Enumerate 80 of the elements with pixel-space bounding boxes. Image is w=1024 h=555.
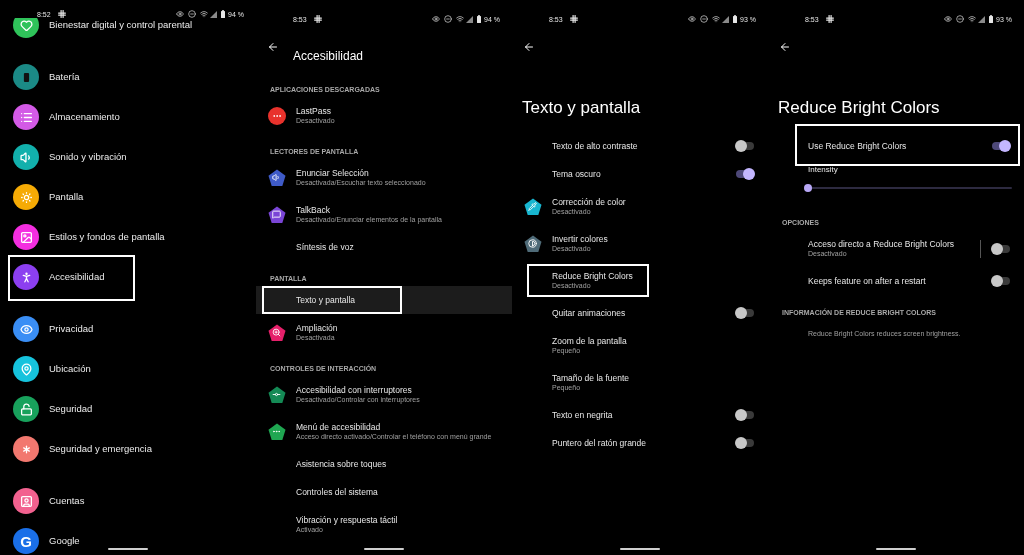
do-not-disturb-icon bbox=[956, 15, 965, 23]
slider-label: Intensity bbox=[808, 165, 839, 175]
back-arrow-icon[interactable] bbox=[779, 41, 791, 53]
wifi-icon bbox=[968, 15, 977, 23]
do-not-disturb-icon bbox=[444, 15, 453, 23]
hash-icon bbox=[569, 15, 578, 23]
setting-title[interactable]: Zoom de la pantalla bbox=[552, 336, 768, 346]
settings-item[interactable]: Almacenamiento bbox=[49, 109, 120, 125]
setting-title[interactable]: Enunciar Selección bbox=[296, 168, 512, 178]
setting-title[interactable]: Texto y pantalla bbox=[296, 295, 512, 305]
setting-title[interactable]: Accesibilidad con interruptores bbox=[296, 385, 512, 395]
eye-icon bbox=[176, 10, 185, 18]
setting-title[interactable]: Reduce Bright Colors bbox=[552, 271, 768, 281]
back-arrow-icon[interactable] bbox=[523, 41, 535, 53]
battery-icon bbox=[221, 10, 226, 18]
signal-icon bbox=[210, 10, 218, 18]
settings-item[interactable]: Ubicación bbox=[49, 361, 91, 377]
toggle-switch[interactable] bbox=[991, 140, 1011, 152]
setting-title[interactable]: Acceso directo a Reduce Bright Colors bbox=[808, 239, 980, 249]
settings-item[interactable]: Google bbox=[49, 533, 80, 549]
battery-icon bbox=[477, 15, 482, 23]
hash-icon bbox=[57, 10, 66, 18]
battery-icon bbox=[989, 15, 994, 23]
battery-icon bbox=[733, 15, 738, 23]
setting-title[interactable]: Texto en negrita bbox=[552, 410, 735, 420]
settings-item[interactable]: Bienestar digital y control parental bbox=[49, 17, 193, 33]
settings-item[interactable]: Pantalla bbox=[49, 189, 84, 205]
signal-icon bbox=[978, 15, 986, 23]
setting-title[interactable]: Corrección de color bbox=[552, 197, 768, 207]
selected-row[interactable]: Texto y pantalla bbox=[256, 286, 512, 314]
setting-title[interactable]: Keeps feature on after a restart bbox=[808, 276, 991, 286]
wifi-icon bbox=[456, 15, 465, 23]
setting-title[interactable]: Invertir colores bbox=[552, 234, 768, 244]
wifi-icon bbox=[200, 10, 209, 18]
setting-title[interactable]: Use Reduce Bright Colors bbox=[808, 141, 991, 151]
toggle-switch[interactable] bbox=[991, 275, 1011, 287]
setting-title[interactable]: Vibración y respuesta táctil bbox=[296, 515, 512, 525]
signal-icon bbox=[722, 15, 730, 23]
toggle-switch[interactable] bbox=[735, 168, 755, 180]
divider bbox=[980, 239, 981, 258]
setting-title[interactable]: Puntero del ratón grande bbox=[552, 438, 735, 448]
wifi-icon bbox=[712, 15, 721, 23]
hash-icon bbox=[313, 15, 322, 23]
page-title: Texto y pantalla bbox=[522, 97, 642, 119]
setting-title[interactable]: Ampliación bbox=[296, 323, 512, 333]
setting-title[interactable]: Controles del sistema bbox=[296, 487, 512, 497]
setting-title[interactable]: Asistencia sobre toques bbox=[296, 459, 512, 469]
do-not-disturb-icon bbox=[188, 10, 197, 18]
slider-thumb[interactable] bbox=[804, 184, 812, 192]
toggle-switch[interactable] bbox=[735, 140, 755, 152]
page-title: Reduce Bright Colors bbox=[778, 97, 941, 119]
letter-icon: G bbox=[13, 528, 39, 554]
toggle-switch[interactable] bbox=[735, 307, 755, 319]
settings-item[interactable]: Estilos y fondos de pantalla bbox=[49, 229, 165, 245]
signal-icon bbox=[466, 15, 474, 23]
hash-icon bbox=[825, 15, 834, 23]
setting-title[interactable]: Quitar animaciones bbox=[552, 308, 735, 318]
settings-item[interactable]: Seguridad bbox=[49, 401, 93, 417]
settings-item[interactable]: Sonido y vibración bbox=[49, 149, 127, 165]
toggle-switch[interactable] bbox=[735, 437, 755, 449]
eye-icon bbox=[432, 15, 441, 23]
setting-title[interactable]: Menú de accesibilidad bbox=[296, 422, 512, 432]
page-title: Accesibilidad bbox=[293, 50, 365, 62]
setting-title[interactable]: Tema oscuro bbox=[552, 169, 735, 179]
setting-title[interactable]: Texto de alto contraste bbox=[552, 141, 735, 151]
eye-icon bbox=[944, 15, 953, 23]
do-not-disturb-icon bbox=[700, 15, 709, 23]
setting-title[interactable]: Síntesis de voz bbox=[296, 242, 512, 252]
settings-item[interactable]: Batería bbox=[49, 69, 80, 85]
back-arrow-icon[interactable] bbox=[267, 41, 279, 53]
toggle-switch[interactable] bbox=[991, 242, 1011, 255]
setting-title[interactable]: TalkBack bbox=[296, 205, 512, 215]
settings-item[interactable]: Cuentas bbox=[49, 493, 85, 509]
setting-title[interactable]: LastPass bbox=[296, 106, 512, 116]
settings-item[interactable]: Accesibilidad bbox=[49, 269, 105, 285]
settings-item[interactable]: Seguridad y emergencia bbox=[49, 441, 152, 457]
toggle-switch[interactable] bbox=[735, 409, 755, 421]
settings-item[interactable]: Privacidad bbox=[49, 321, 94, 337]
setting-title[interactable]: Tamaño de la fuente bbox=[552, 373, 768, 383]
eye-icon bbox=[688, 15, 697, 23]
